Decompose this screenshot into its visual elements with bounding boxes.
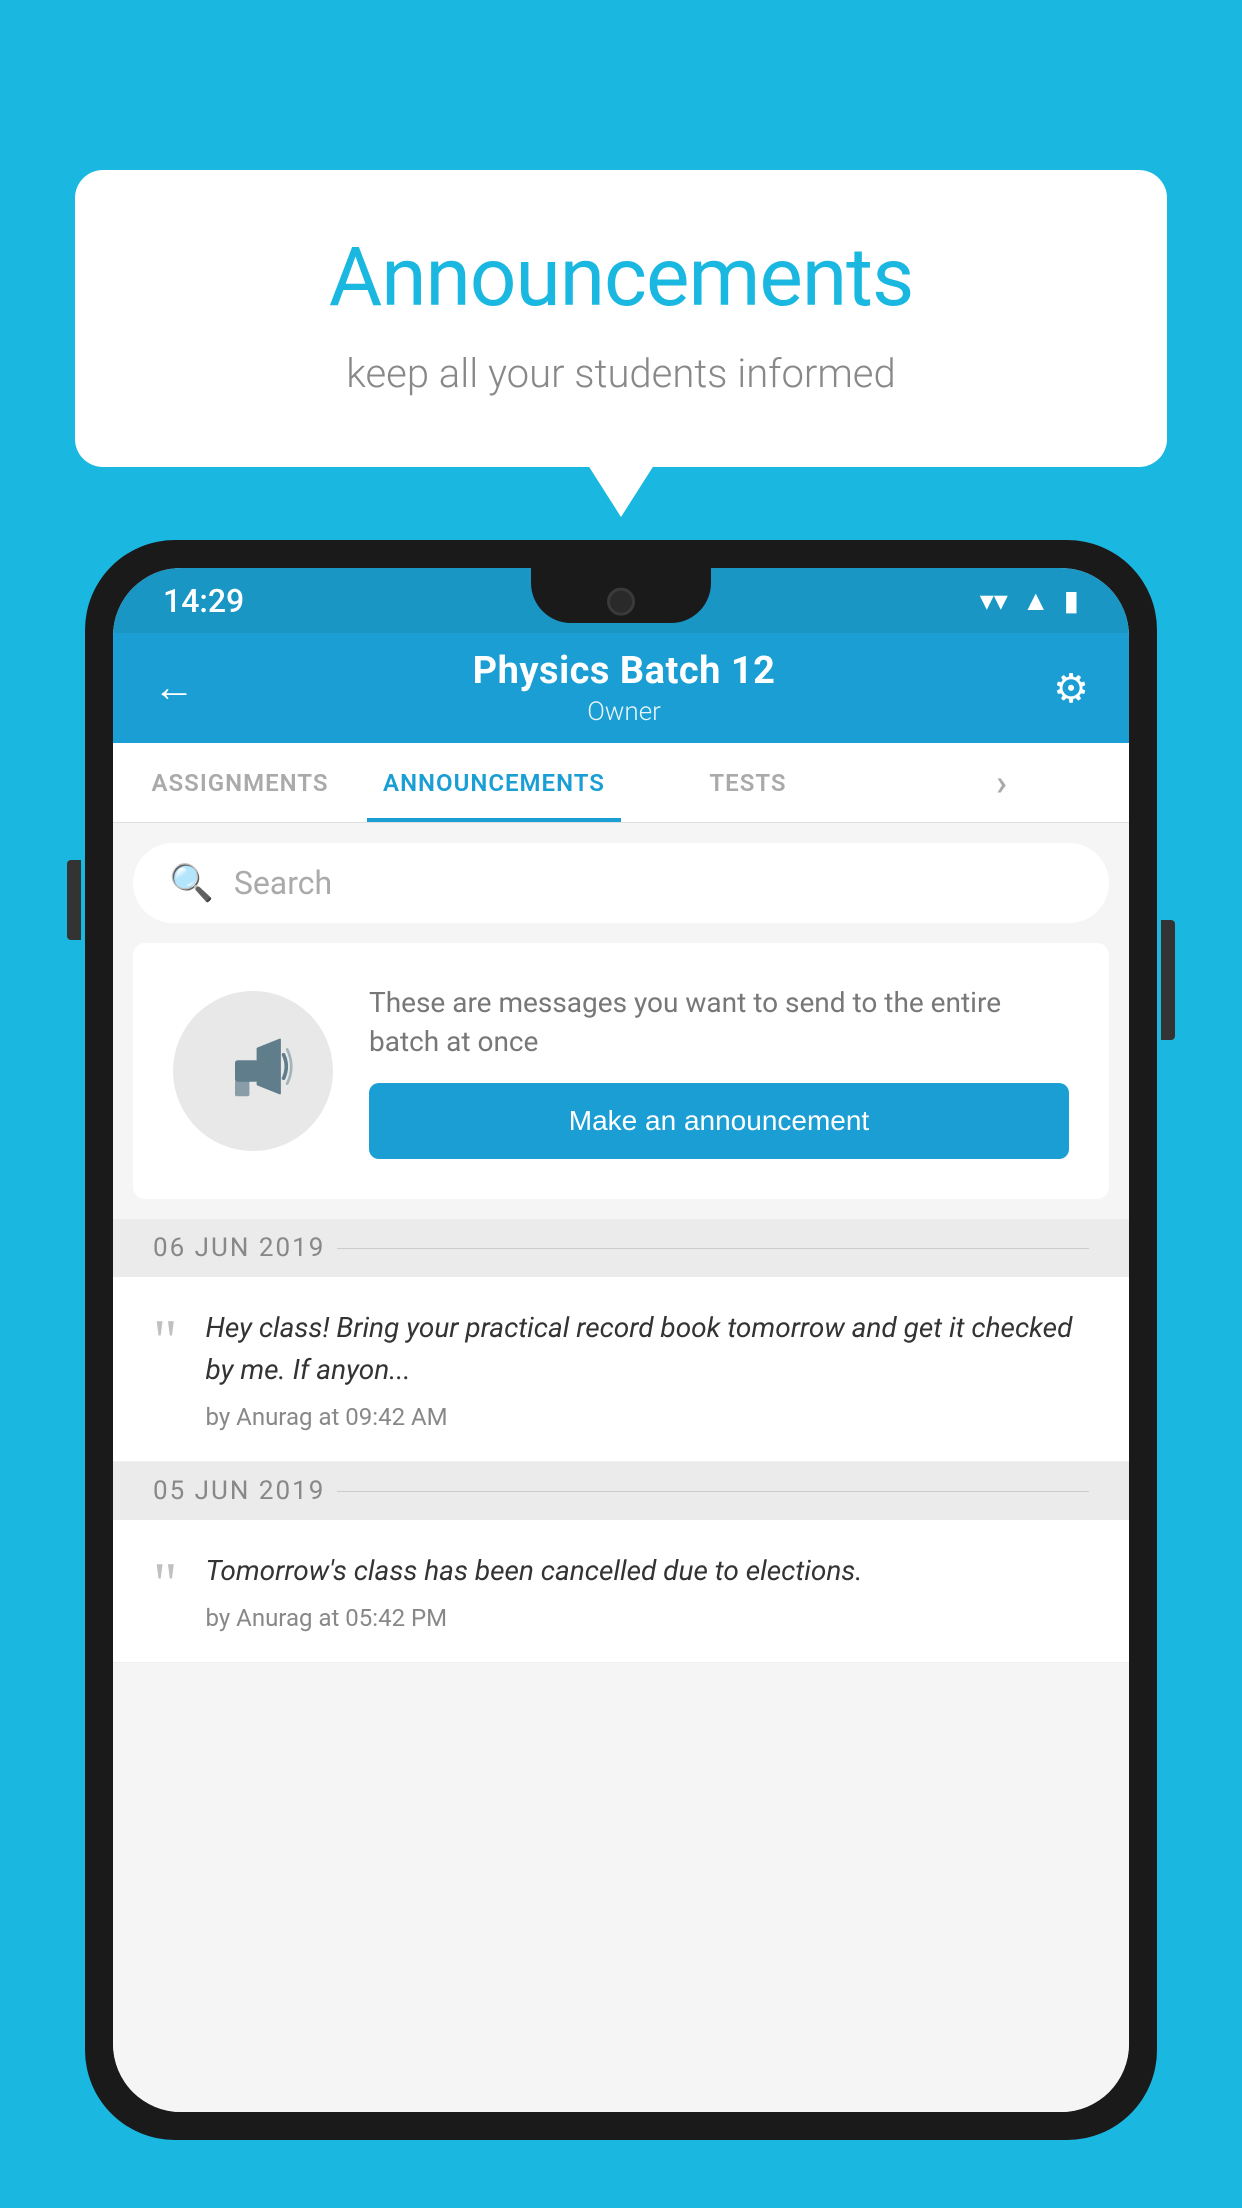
date-line-2 [337,1491,1089,1492]
date-divider-1: 06 JUN 2019 [113,1219,1129,1277]
app-header: ← Physics Batch 12 Owner ⚙ [113,633,1129,743]
announcement-content-1: Hey class! Bring your practical record b… [206,1307,1090,1431]
tabs-bar: ASSIGNMENTS ANNOUNCEMENTS TESTS › [113,743,1129,823]
tab-announcements[interactable]: ANNOUNCEMENTS [367,743,621,822]
date-divider-2: 05 JUN 2019 [113,1462,1129,1520]
quote-icon-2: " [153,1554,178,1614]
announcement-meta-2: by Anurag at 05:42 PM [206,1604,1090,1632]
phone-outer: 14:29 ▾▾ ▲ ▮ ← Physics Batch 12 Owner ⚙ [85,540,1157,2140]
wifi-icon: ▾▾ [980,584,1008,617]
search-placeholder: Search [234,864,332,902]
prompt-description: These are messages you want to send to t… [369,983,1069,1061]
phone-camera [607,587,635,615]
speech-bubble-title: Announcements [155,230,1087,326]
announcement-item-2[interactable]: " Tomorrow's class has been cancelled du… [113,1520,1129,1663]
date-label-2: 05 JUN 2019 [153,1476,325,1506]
back-button[interactable]: ← [153,667,195,709]
announcement-text-1: Hey class! Bring your practical record b… [206,1307,1090,1391]
content-area: 🔍 Search [113,823,1129,2112]
make-announcement-button[interactable]: Make an announcement [369,1083,1069,1159]
batch-title: Physics Batch 12 [473,649,776,693]
megaphone-icon [208,1026,298,1116]
announcement-content-2: Tomorrow's class has been cancelled due … [206,1550,1090,1632]
phone-notch [531,568,711,623]
announcement-prompt: These are messages you want to send to t… [133,943,1109,1199]
announcement-meta-1: by Anurag at 09:42 AM [206,1403,1090,1431]
search-bar[interactable]: 🔍 Search [133,843,1109,923]
speech-bubble-card: Announcements keep all your students inf… [75,170,1167,467]
search-icon: 🔍 [169,862,214,904]
phone-mockup: 14:29 ▾▾ ▲ ▮ ← Physics Batch 12 Owner ⚙ [85,540,1157,2208]
speech-bubble-subtitle: keep all your students informed [155,350,1087,397]
tab-tests[interactable]: TESTS [621,743,875,822]
signal-icon: ▲ [1022,584,1050,617]
date-label-1: 06 JUN 2019 [153,1233,325,1263]
batch-role: Owner [473,697,776,727]
announcement-text-2: Tomorrow's class has been cancelled due … [206,1550,1090,1592]
settings-button[interactable]: ⚙ [1053,665,1089,712]
quote-icon-1: " [153,1311,178,1371]
status-time: 14:29 [163,582,244,620]
header-center: Physics Batch 12 Owner [473,649,776,727]
date-line-1 [337,1248,1089,1249]
tab-more[interactable]: › [875,743,1129,822]
prompt-right: These are messages you want to send to t… [369,983,1069,1159]
speech-bubble-section: Announcements keep all your students inf… [75,170,1167,467]
megaphone-circle [173,991,333,1151]
tab-assignments[interactable]: ASSIGNMENTS [113,743,367,822]
phone-screen: 14:29 ▾▾ ▲ ▮ ← Physics Batch 12 Owner ⚙ [113,568,1129,2112]
battery-icon: ▮ [1064,584,1079,617]
status-icons: ▾▾ ▲ ▮ [980,584,1079,617]
announcement-item-1[interactable]: " Hey class! Bring your practical record… [113,1277,1129,1462]
